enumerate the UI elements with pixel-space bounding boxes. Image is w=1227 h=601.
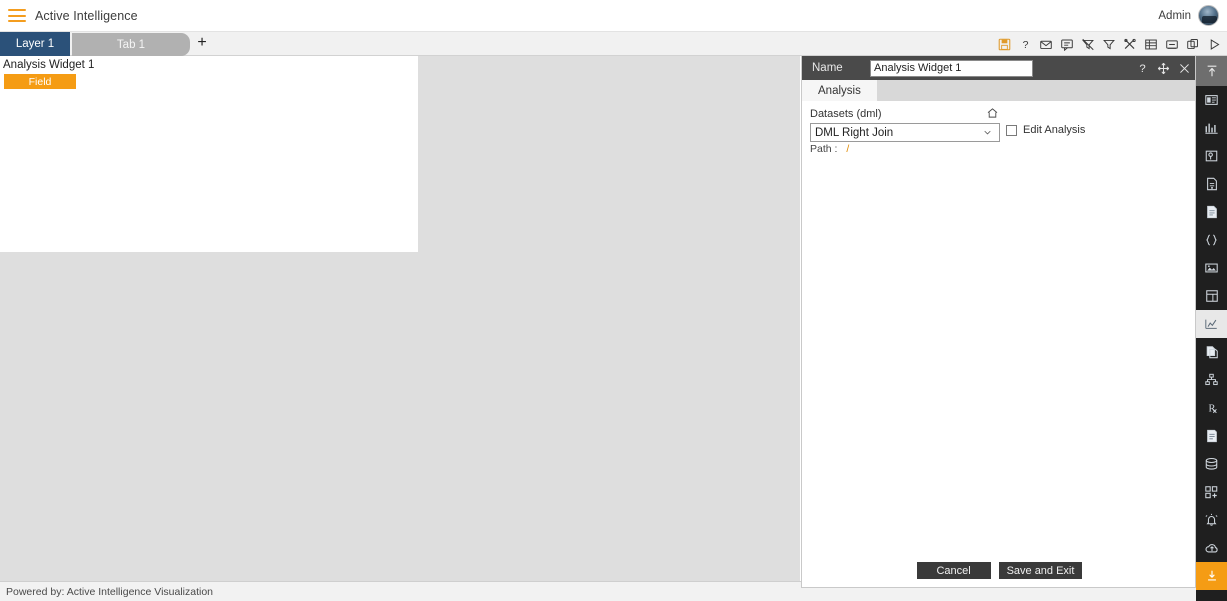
toolbar-icons: ? [995,34,1223,54]
code-braces-icon[interactable] [1196,226,1227,254]
app-title: Active Intelligence [35,8,138,23]
page-icon[interactable] [1196,198,1227,226]
hamburger-icon[interactable] [8,9,26,22]
design-canvas[interactable]: Analysis Widget 1 Field [0,56,800,581]
user-avatar-icon[interactable] [1198,5,1219,26]
copy-page-icon[interactable] [1196,338,1227,366]
image-icon[interactable] [1196,254,1227,282]
panel-tab-bar: Analysis [802,80,1195,101]
widget-icon[interactable] [1196,86,1227,114]
help-icon[interactable]: ? [1016,35,1034,53]
home-icon[interactable] [986,107,999,119]
download-icon[interactable] [1196,562,1227,590]
tab-analysis[interactable]: Analysis [802,80,877,101]
path-row: Path : / [810,143,849,155]
add-module-icon[interactable] [1196,478,1227,506]
report-icon[interactable] [1196,422,1227,450]
top-bar-right: Admin [1158,5,1219,26]
close-icon[interactable] [1178,62,1191,75]
move-icon[interactable] [1157,62,1170,75]
panel-body: Datasets (dml) DML Right Join Edit Analy… [802,101,1195,587]
panel-footer: Cancel Save and Exit [802,562,1197,579]
analysis-chart-icon[interactable] [1196,310,1227,338]
top-bar: Active Intelligence Admin [0,0,1227,32]
cancel-button[interactable]: Cancel [916,562,991,579]
edit-analysis-label: Edit Analysis [1023,124,1086,136]
dataset-select-value: DML Right Join [815,126,894,139]
cloud-upload-icon[interactable] [1196,534,1227,562]
field-chip-button[interactable]: Field [4,74,76,89]
comment-icon[interactable] [1058,35,1076,53]
panel-header: Name ? [802,56,1195,80]
svg-text:R: R [1208,404,1215,415]
save-and-exit-button[interactable]: Save and Exit [998,562,1083,579]
tab-layer-1[interactable]: Layer 1 [0,32,70,56]
grid-layout-icon[interactable] [1196,282,1227,310]
widget-properties-panel: Name ? Analysis Datasets (dml) [801,56,1196,588]
console-icon[interactable] [1163,35,1181,53]
name-label: Name [812,62,843,74]
user-label: Admin [1158,9,1191,22]
edit-analysis-checkbox[interactable]: Edit Analysis [1006,124,1085,136]
path-label: Path : [810,143,838,155]
analysis-widget-card[interactable]: Analysis Widget 1 Field [0,56,418,252]
filter-icon[interactable] [1100,35,1118,53]
map-icon[interactable] [1196,142,1227,170]
chart-icon[interactable] [1196,114,1227,142]
tools-icon[interactable] [1121,35,1139,53]
svg-text:?: ? [1022,39,1028,51]
document-data-icon[interactable] [1196,170,1227,198]
right-icon-rail: R [1196,56,1227,601]
checkbox-box [1006,124,1017,136]
status-text: Powered by: Active Intelligence Visualiz… [6,585,214,598]
datasets-label: Datasets (dml) [810,108,882,120]
play-icon[interactable] [1205,35,1223,53]
collapse-up-icon[interactable] [1196,56,1227,86]
add-tab-button[interactable]: + [193,32,211,56]
tab-page-1[interactable]: Tab 1 [72,33,190,56]
app-root: Active Intelligence Admin Layer 1 Tab 1 … [0,0,1227,601]
save-icon[interactable] [995,35,1013,53]
hierarchy-icon[interactable] [1196,366,1227,394]
tab-strip: Layer 1 Tab 1 + ? [0,32,1227,56]
chevron-down-icon [982,128,993,137]
prescription-icon[interactable]: R [1196,394,1227,422]
widget-title: Analysis Widget 1 [3,59,95,71]
svg-text:?: ? [1139,63,1145,75]
panel-header-icons: ? [1136,61,1191,75]
database-icon[interactable] [1196,450,1227,478]
copy-icon[interactable] [1184,35,1202,53]
dataset-select[interactable]: DML Right Join [810,123,1000,142]
clear-filter-icon[interactable] [1079,35,1097,53]
mail-icon[interactable] [1037,35,1055,53]
table-icon[interactable] [1142,35,1160,53]
alert-bell-icon[interactable] [1196,506,1227,534]
path-value: / [846,143,850,155]
widget-name-input[interactable] [870,59,1033,77]
question-mark-icon[interactable]: ? [1136,61,1149,75]
